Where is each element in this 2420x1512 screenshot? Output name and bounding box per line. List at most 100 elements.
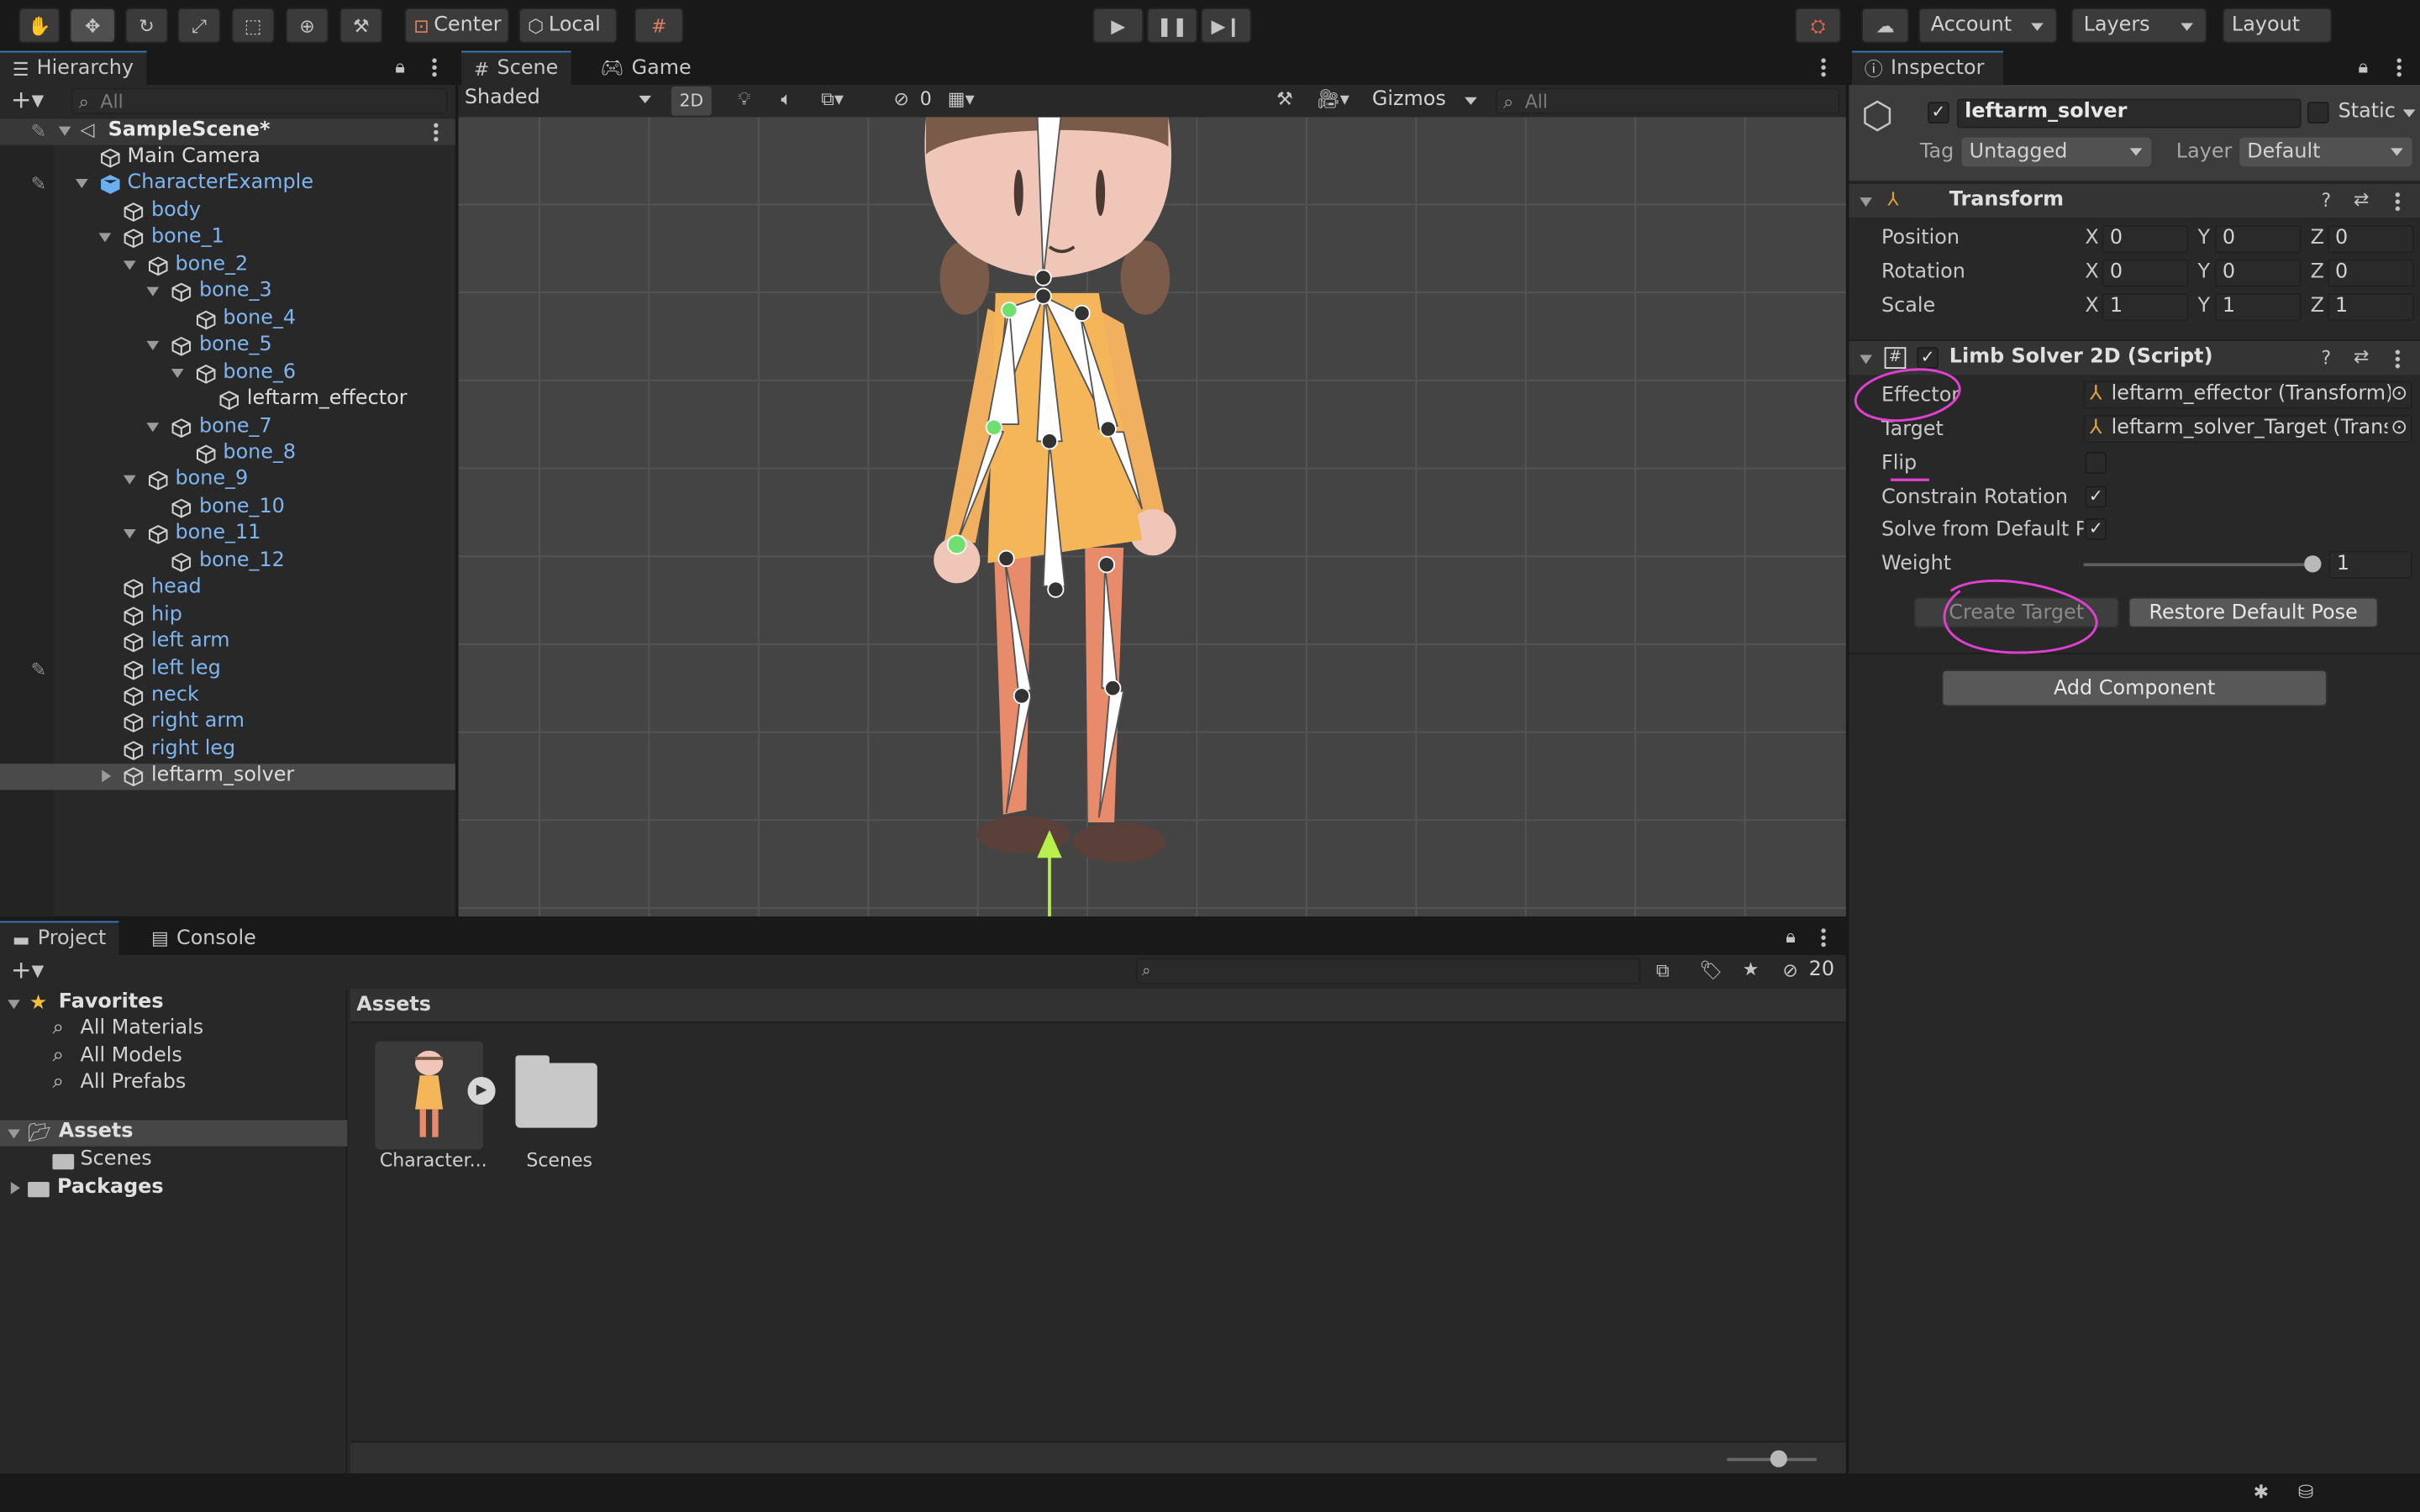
add-icon[interactable]: +▾	[11, 958, 44, 983]
rotate-tool-button[interactable]: ↻	[124, 8, 169, 44]
scale-x-input[interactable]: 1	[2102, 292, 2189, 322]
hierarchy-item[interactable]: left arm	[0, 630, 455, 656]
add-component-button[interactable]: Add Component	[1941, 669, 2328, 707]
scale-tool-button[interactable]: ⤢	[177, 8, 221, 44]
scene-canvas[interactable]	[458, 117, 1846, 917]
hierarchy-item[interactable]: leftarm_effector	[0, 387, 455, 413]
active-checkbox[interactable]: ✓	[1928, 102, 1949, 123]
hierarchy-menu-icon[interactable]	[432, 56, 437, 77]
visibility-icon[interactable]: ✎	[31, 122, 46, 140]
expand-arrow-icon[interactable]	[75, 179, 87, 189]
layout-dropdown[interactable]: Layout	[2222, 8, 2333, 44]
hierarchy-item[interactable]: Main Camera	[0, 145, 455, 171]
hierarchy-item[interactable]: neck	[0, 684, 455, 710]
expand-arrow-icon[interactable]	[146, 422, 160, 432]
hierarchy-item[interactable]: bone_7	[0, 414, 455, 440]
hierarchy-item[interactable]: bone_2	[0, 253, 455, 279]
expand-arrow-icon[interactable]	[123, 260, 135, 270]
add-icon[interactable]: +▾	[11, 87, 44, 113]
debug-bug-icon[interactable]: ✱	[2254, 1483, 2269, 1501]
rotation-z-input[interactable]: 0	[2327, 259, 2414, 287]
scenes-folder-icon[interactable]	[515, 1055, 597, 1128]
hierarchy-item[interactable]: bone_3	[0, 280, 455, 306]
hierarchy-item[interactable]: bone_5	[0, 333, 455, 360]
transform-menu-icon[interactable]	[2395, 191, 2401, 212]
hierarchy-item[interactable]: body	[0, 199, 455, 225]
rotation-x-input[interactable]: 0	[2102, 259, 2189, 287]
scene-menu-icon[interactable]	[1821, 56, 1826, 77]
hierarchy-item[interactable]: bone_12	[0, 549, 455, 575]
object-name-input[interactable]: leftarm_solver	[1956, 98, 2302, 129]
inspector-menu-icon[interactable]	[2396, 56, 2402, 77]
expand-arrow-icon[interactable]	[146, 341, 160, 351]
lock-icon[interactable]: 🔒︎	[2359, 57, 2369, 76]
hidden-eye-icon[interactable]: ✎	[31, 659, 46, 678]
rect-tool-button[interactable]: ⬚	[231, 8, 275, 44]
scale-z-input[interactable]: 1	[2327, 292, 2414, 322]
position-z-input[interactable]: 0	[2327, 225, 2414, 254]
cloud-button[interactable]: ☁	[1861, 8, 1910, 44]
account-dropdown[interactable]: Account	[1918, 8, 2058, 44]
assets-tree-row[interactable]: 📂︎ Assets	[0, 1120, 348, 1147]
expand-arrow-icon[interactable]	[123, 529, 135, 539]
icon-size-slider-thumb[interactable]	[1770, 1450, 1787, 1467]
presets-icon[interactable]: ⇄	[2354, 190, 2369, 208]
transform-tool-button[interactable]: ⊕	[285, 8, 329, 44]
scale-y-input[interactable]: 1	[2214, 292, 2302, 322]
hierarchy-item[interactable]: right arm	[0, 711, 455, 737]
packages-tree-row[interactable]: Packages	[0, 1176, 347, 1202]
hidden-objects-icon[interactable]: ⊘	[893, 90, 908, 108]
scene-row[interactable]: ✎ ◁ SampleScene*	[0, 118, 455, 145]
hand-tool-button[interactable]: ✋	[18, 8, 60, 44]
hierarchy-item[interactable]: right leg	[0, 738, 455, 764]
tab-project[interactable]: ▬ Project	[0, 921, 119, 955]
pencil-off-icon[interactable]: ✎	[31, 175, 46, 193]
lock-icon[interactable]: 🔒︎	[1786, 927, 1796, 946]
move-tool-button[interactable]: ✥	[69, 8, 116, 44]
pause-button[interactable]: ❚❚	[1146, 8, 1198, 44]
scene-search-input[interactable]: ⌕ All	[1495, 87, 1840, 114]
hierarchy-item[interactable]: bone_4	[0, 307, 455, 333]
hierarchy-item[interactable]: bone_8	[0, 441, 455, 467]
collab-button[interactable]: ⛭	[1795, 8, 1842, 44]
project-menu-icon[interactable]	[1821, 927, 1826, 948]
step-button[interactable]: ▶❙	[1200, 8, 1252, 44]
expand-arrow-icon[interactable]	[123, 475, 135, 486]
cache-server-icon[interactable]: ⛁	[2298, 1483, 2313, 1501]
hierarchy-item[interactable]: left leg	[0, 657, 455, 683]
pivot-local-button[interactable]: ⬡ Local	[518, 8, 618, 44]
2d-toggle[interactable]: 2D	[671, 86, 712, 116]
scene-menu-icon[interactable]	[434, 122, 439, 142]
shading-dropdown[interactable]: Shaded	[465, 87, 658, 116]
grid-snap-button[interactable]: #	[634, 8, 684, 44]
hierarchy-item[interactable]: hip	[0, 603, 455, 629]
hierarchy-item[interactable]: head	[0, 575, 455, 601]
hierarchy-item[interactable]: bone_10	[0, 495, 455, 521]
expand-arrow-icon[interactable]	[146, 287, 160, 297]
tab-hierarchy[interactable]: ☰ Hierarchy	[0, 50, 146, 86]
collapsed-arrow-icon[interactable]	[102, 770, 112, 783]
custom-tool-button[interactable]: ⚒	[339, 8, 383, 44]
hierarchy-item[interactable]: bone_1	[0, 226, 455, 252]
expand-prefab-icon[interactable]: ▶	[467, 1077, 496, 1105]
tools-icon[interactable]: ⚒	[1276, 90, 1293, 108]
selected-hierarchy-item[interactable]: leftarm_solver	[0, 764, 455, 791]
tab-inspector[interactable]: ⓘ Inspector	[1852, 50, 2004, 86]
gizmos-dropdown[interactable]: Gizmos	[1372, 88, 1483, 116]
effects-icon[interactable]: ⧉▾	[821, 90, 844, 108]
expand-arrow-icon[interactable]	[98, 233, 112, 243]
character-asset-thumbnail[interactable]	[375, 1041, 483, 1150]
layer-dropdown[interactable]: Default	[2239, 137, 2412, 167]
project-search-input[interactable]: ⌕	[1135, 958, 1641, 984]
tab-game[interactable]: 🎮︎ Game	[588, 51, 704, 85]
lock-icon[interactable]: 🔒︎	[395, 57, 405, 76]
favorites-label[interactable]: Favorites	[59, 990, 164, 1014]
play-button[interactable]: ▶	[1092, 8, 1144, 44]
tab-console[interactable]: ▤ Console	[139, 921, 268, 955]
favorite-star-icon[interactable]: ★	[1743, 959, 1760, 978]
hidden-packages-icon[interactable]: ⊘	[1782, 961, 1797, 979]
hierarchy-item[interactable]: CharacterExample	[0, 172, 455, 198]
hierarchy-item[interactable]: bone_6	[0, 360, 455, 386]
search-by-label-icon[interactable]: 🏷︎	[1699, 961, 1723, 979]
position-y-input[interactable]: 0	[2214, 225, 2302, 254]
